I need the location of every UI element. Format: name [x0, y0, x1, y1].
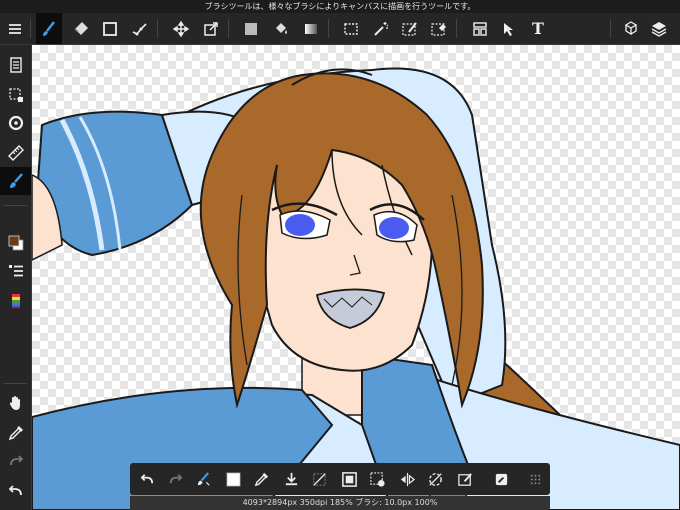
left-sidebar	[0, 45, 32, 510]
toolbar-divider	[157, 19, 158, 38]
select-eraser-icon[interactable]	[426, 13, 452, 44]
toolbar-divider	[328, 19, 329, 38]
selection-mode-icon[interactable]	[362, 463, 392, 495]
eraser-icon[interactable]	[68, 13, 94, 44]
quick-brush-icon[interactable]	[188, 463, 218, 495]
status-bar: 4093*2894px 350dpi 185% ブラシ: 10.0px 100%	[130, 496, 550, 510]
transform-icon[interactable]	[198, 13, 224, 44]
color-swatch[interactable]	[0, 229, 31, 257]
pointer-icon[interactable]	[496, 13, 522, 44]
sidebar-divider	[4, 205, 27, 206]
drawing-canvas[interactable]	[32, 45, 680, 510]
hint-bar: ブラシツールは、様々なブラシによりキャンバスに描画を行うツールです。	[0, 0, 680, 13]
layer-list-icon[interactable]	[0, 257, 31, 285]
rect-select-icon[interactable]	[338, 13, 364, 44]
fill-color-icon[interactable]	[238, 13, 264, 44]
hint-text: ブラシツールは、様々なブラシによりキャンバスに描画を行うツールです。	[204, 2, 476, 11]
gradient-icon[interactable]	[298, 13, 324, 44]
snap-icon[interactable]	[0, 109, 31, 137]
rectangle-shape-icon[interactable]	[97, 13, 123, 44]
deselect-icon[interactable]	[304, 463, 334, 495]
more-icon[interactable]	[520, 463, 550, 495]
ruler-icon[interactable]	[0, 139, 31, 167]
move-icon[interactable]	[168, 13, 194, 44]
text-tool-label: T	[532, 19, 544, 38]
sidebar-divider	[4, 383, 27, 384]
toolbar-divider	[30, 19, 31, 38]
edit-icon[interactable]	[486, 463, 516, 495]
toolbar-divider	[456, 19, 457, 38]
filter-icon[interactable]	[467, 13, 493, 44]
illustration	[32, 67, 680, 510]
snap-off-icon[interactable]	[450, 463, 480, 495]
invert-selection-icon[interactable]	[334, 463, 364, 495]
curve-icon[interactable]	[127, 13, 153, 44]
bucket-icon[interactable]	[268, 13, 294, 44]
color-swatch[interactable]	[218, 463, 248, 495]
palette-icon[interactable]	[0, 287, 31, 315]
eyedropper-icon[interactable]	[246, 463, 276, 495]
status-text: 4093*2894px 350dpi 185% ブラシ: 10.0px 100%	[242, 498, 438, 507]
text-icon[interactable]: T	[525, 13, 551, 44]
undo-icon[interactable]	[0, 477, 31, 505]
materials-icon[interactable]	[618, 13, 644, 44]
select-pen-icon[interactable]	[397, 13, 423, 44]
save-icon[interactable]	[276, 463, 306, 495]
page-manager-icon[interactable]	[0, 51, 31, 79]
brush-icon[interactable]	[36, 13, 62, 44]
toolbar-divider	[228, 19, 229, 38]
menu-icon[interactable]	[2, 13, 28, 44]
brush-tool-icon[interactable]	[0, 167, 31, 195]
hand-icon[interactable]	[0, 389, 31, 417]
undo-icon[interactable]	[132, 463, 162, 495]
rotate-icon[interactable]	[420, 463, 450, 495]
top-toolbar: T	[0, 13, 680, 45]
redo-icon[interactable]	[0, 447, 31, 475]
redo-icon[interactable]	[160, 463, 190, 495]
toolbar-divider	[610, 19, 611, 38]
layers-icon[interactable]	[646, 13, 672, 44]
bottom-quick-bar	[130, 463, 550, 495]
selection-icon[interactable]	[0, 81, 31, 109]
magic-wand-icon[interactable]	[368, 13, 394, 44]
eyedropper-icon[interactable]	[0, 419, 31, 447]
flip-icon[interactable]	[392, 463, 422, 495]
